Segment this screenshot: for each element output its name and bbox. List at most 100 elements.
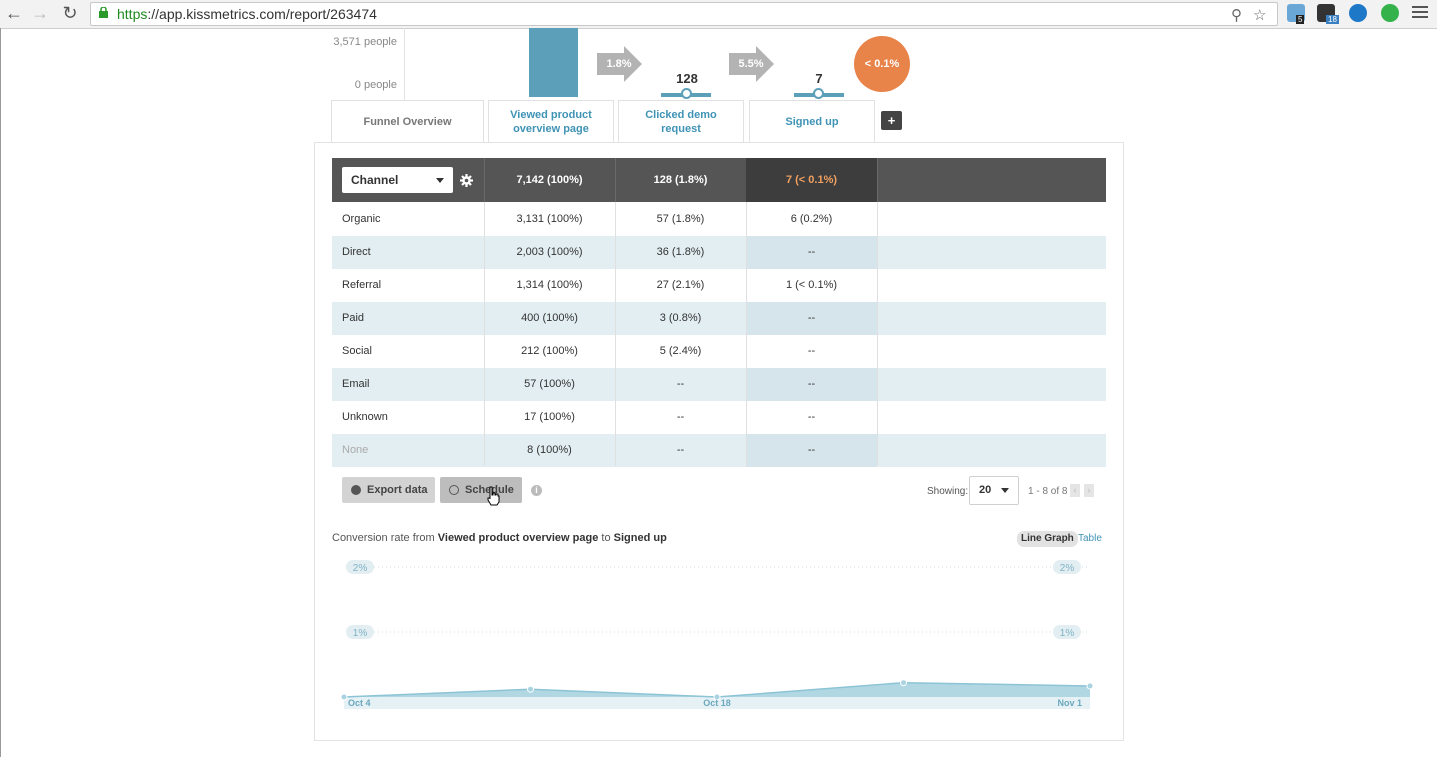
line-graph-toggle[interactable]: Line Graph [1017,531,1078,547]
browser-toolbar: ← → ↻ https://app.kissmetrics.com/report… [0,0,1437,29]
zoom-icon[interactable]: ⚲ [1231,6,1242,24]
row-label: Referral [342,279,382,291]
table-row[interactable]: Email 57 (100%) -- -- [332,368,1106,401]
table-row[interactable]: Organic 3,131 (100%) 57 (1.8%) 6 (0.2%) [332,203,1106,236]
row-step-2-value: 5 (2.4%) [659,345,702,357]
column-divider [484,202,485,466]
row-step-3-value: -- [746,368,877,401]
chevron-down-icon [1001,488,1009,493]
row-label: Direct [342,246,371,258]
prev-page-button[interactable]: ‹ [1070,484,1080,497]
x-tick-label: Oct 18 [703,698,731,708]
lock-icon [99,7,108,18]
ext-badge: 18 [1326,15,1339,24]
row-step-3-value: 6 (0.2%) [790,213,833,225]
row-label: Email [342,378,370,390]
back-icon[interactable]: ← [4,3,24,23]
add-step-button[interactable]: + [881,111,902,130]
y-axis-line [404,28,405,100]
row-step-1-value: 1,314 (100%) [516,279,583,291]
column-divider [615,202,616,466]
row-label: None [342,444,369,456]
reload-icon[interactable]: ↻ [60,3,80,23]
data-point [527,685,534,693]
conversion-arrow-2: 5.5% [729,46,774,82]
row-step-3-value: -- [807,345,816,357]
url-text: https://app.kissmetrics.com/report/26347… [117,6,377,22]
header-step-1[interactable]: 7,142 (100%) [484,158,615,202]
y-tick-label: 2% [1060,563,1075,574]
y-axis-top-label: 3,571 people [333,36,397,48]
download-icon [351,485,361,495]
row-label: Organic [342,213,381,225]
table-row[interactable]: Paid 400 (100%) 3 (0.8%) -- [332,302,1106,335]
row-label: Social [342,345,372,357]
data-point [1086,682,1094,690]
table-row[interactable]: Social 212 (100%) 5 (2.4%) -- [332,335,1106,368]
forward-icon[interactable]: → [30,3,50,23]
row-step-1-value: 17 (100%) [524,411,575,423]
step-3-count: 7 [815,71,823,86]
table-toggle[interactable]: Table [1078,531,1102,547]
chevron-down-icon [436,178,444,183]
row-step-1-value: 57 (100%) [524,378,575,390]
header-divider [484,158,485,202]
group-by-select[interactable]: Channel [342,167,453,193]
evernote-icon[interactable] [1381,4,1399,22]
menu-icon[interactable] [1412,4,1428,20]
x-tick-label: Oct 4 [348,698,371,708]
row-step-3-value: -- [746,434,877,467]
schedule-button[interactable]: Schedule [440,477,522,503]
hand-cursor-icon [487,486,500,506]
chart-title: Conversion rate from Viewed product over… [332,532,667,544]
table-row[interactable]: Direct 2,003 (100%) 36 (1.8%) -- [332,236,1106,269]
table-row[interactable]: Unknown 17 (100%) -- -- [332,401,1106,434]
ext-badge: 5 [1296,15,1305,24]
row-step-2-value: -- [676,378,685,390]
column-divider [877,202,878,466]
page-size-select[interactable]: 20 [969,476,1019,505]
row-label: Unknown [342,411,388,423]
next-page-button[interactable]: › [1084,484,1094,497]
export-data-button[interactable]: Export data [342,477,435,503]
funnel-bar-step-1 [529,28,578,97]
y-tick-label: 1% [353,628,368,639]
tab-step-viewed-product[interactable]: Viewed product overview page [488,100,614,149]
step-3-dot [813,88,824,99]
header-divider [877,158,878,202]
row-step-1-value: 212 (100%) [521,345,578,357]
step-2-dot [681,88,692,99]
star-icon[interactable]: ☆ [1253,6,1266,24]
column-divider [746,202,747,466]
conversion-arrow-1: 1.8% [597,46,642,82]
row-step-2-value: -- [676,411,685,423]
row-step-1-value: 400 (100%) [521,312,578,324]
clock-icon [449,485,459,495]
header-step-3[interactable]: 7 (< 0.1%) [746,158,877,202]
row-step-2-value: 27 (2.1%) [656,279,705,291]
step-2-count: 128 [676,71,698,86]
tab-step-clicked-demo[interactable]: Clicked demo request [618,100,744,149]
gear-icon[interactable] [460,174,473,187]
row-label: Paid [342,312,365,324]
data-point [900,679,907,687]
final-conversion-badge: < 0.1% [856,38,908,90]
header-step-2[interactable]: 128 (1.8%) [615,158,746,202]
address-bar[interactable]: https://app.kissmetrics.com/report/26347… [90,2,1278,26]
row-step-2-value: -- [676,444,685,456]
info-icon[interactable]: i [531,485,542,496]
account-icon[interactable] [1349,4,1367,22]
row-step-3-value: -- [746,302,877,335]
table-row[interactable]: None 8 (100%) -- -- [332,434,1106,467]
window-edge [0,28,1,757]
tab-funnel-overview[interactable]: Funnel Overview [331,100,484,142]
conversion-chart: 2% 2% 1% 1% Oct 4 Oct 18 Nov 1 [340,560,1094,709]
y-tick-label: 1% [1060,628,1075,639]
pagination-range: 1 - 8 of 8 [1028,486,1068,497]
row-step-2-value: 36 (1.8%) [656,246,705,258]
table-row[interactable]: Referral 1,314 (100%) 27 (2.1%) 1 (< 0.1… [332,269,1106,302]
y-axis-bottom-label: 0 people [354,79,397,91]
row-step-3-value: -- [746,236,877,269]
row-step-2-value: 3 (0.8%) [659,312,702,324]
tab-step-signed-up[interactable]: Signed up [749,100,875,149]
